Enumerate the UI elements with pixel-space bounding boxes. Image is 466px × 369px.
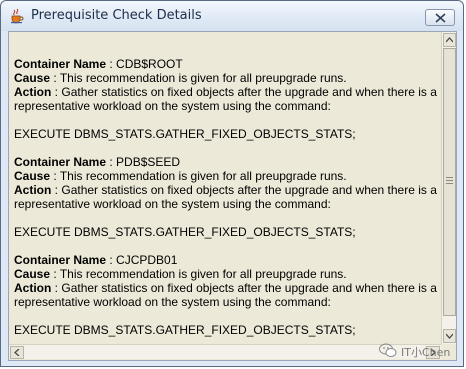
container-line: Container Name : PDB$SEED [14, 155, 441, 169]
command-text: EXECUTE DBMS_STATS.GATHER_FIXED_OBJECTS_… [14, 127, 356, 141]
separator: : [51, 281, 62, 295]
scroll-up-button[interactable] [443, 33, 456, 47]
command-text: EXECUTE DBMS_STATS.GATHER_FIXED_OBJECTS_… [14, 323, 356, 337]
container-line: Container Name : CDB$ROOT [14, 57, 441, 71]
cause-line: Cause : This recommendation is given for… [14, 71, 441, 85]
action-line: Action : Gather statistics on fixed obje… [14, 281, 440, 309]
container-name-value: PDB$SEED [116, 155, 181, 169]
action-label: Action [14, 183, 52, 197]
container-line: Container Name : CJCPDB01 [14, 253, 441, 267]
action-text: Gather statistics on fixed objects after… [14, 183, 437, 211]
container-name-value: CDB$ROOT [116, 57, 183, 71]
cause-text: This recommendation is given for all pre… [59, 267, 347, 281]
separator: : [106, 253, 117, 267]
separator: : [106, 155, 117, 169]
horizontal-scrollbar[interactable] [9, 344, 441, 359]
cause-text: This recommendation is given for all pre… [59, 71, 347, 85]
container-name-label: Container Name [14, 155, 107, 169]
container-name-value: CJCPDB01 [116, 253, 178, 267]
separator: : [50, 71, 60, 85]
cause-label: Cause [14, 71, 51, 85]
container-name-label: Container Name [14, 57, 107, 71]
separator: : [51, 183, 62, 197]
close-button[interactable] [425, 9, 455, 26]
window-title: Prerequisite Check Details [31, 8, 202, 23]
separator: : [106, 57, 117, 71]
separator: : [50, 267, 60, 281]
dialog-body: Container Name : CDB$ROOT Cause : This re… [8, 31, 457, 361]
action-label: Action [14, 281, 52, 295]
details-text-area[interactable]: Container Name : CDB$ROOT Cause : This re… [9, 32, 441, 344]
cause-line: Cause : This recommendation is given for… [14, 169, 441, 183]
cause-label: Cause [14, 267, 51, 281]
wechat-icon [379, 343, 397, 361]
action-line: Action : Gather statistics on fixed obje… [14, 85, 440, 113]
check-entry: Container Name : CJCPDB01 Cause : This re… [14, 253, 441, 337]
action-line: Action : Gather statistics on fixed obje… [14, 183, 440, 211]
action-text: Gather statistics on fixed objects after… [14, 85, 437, 113]
separator: : [50, 169, 60, 183]
scroll-left-button[interactable] [10, 346, 24, 359]
separator: : [51, 85, 62, 99]
vertical-scroll-thumb[interactable] [443, 48, 456, 316]
scroll-down-button[interactable] [443, 329, 456, 343]
check-entry: Container Name : PDB$SEED Cause : This re… [14, 155, 441, 239]
action-label: Action [14, 85, 52, 99]
action-text: Gather statistics on fixed objects after… [14, 281, 437, 309]
cause-line: Cause : This recommendation is given for… [14, 267, 441, 281]
dialog-window: Prerequisite Check Details Container Nam… [0, 0, 464, 367]
cause-text: This recommendation is given for all pre… [59, 169, 347, 183]
vertical-scrollbar[interactable] [441, 32, 456, 344]
check-entry: Container Name : CDB$ROOT Cause : This re… [14, 57, 441, 141]
title-bar[interactable]: Prerequisite Check Details [1, 1, 463, 31]
java-cup-icon [9, 8, 25, 24]
container-name-label: Container Name [14, 253, 107, 267]
watermark-text: IT小Chen [401, 346, 451, 359]
cause-label: Cause [14, 169, 51, 183]
command-text: EXECUTE DBMS_STATS.GATHER_FIXED_OBJECTS_… [14, 225, 356, 239]
